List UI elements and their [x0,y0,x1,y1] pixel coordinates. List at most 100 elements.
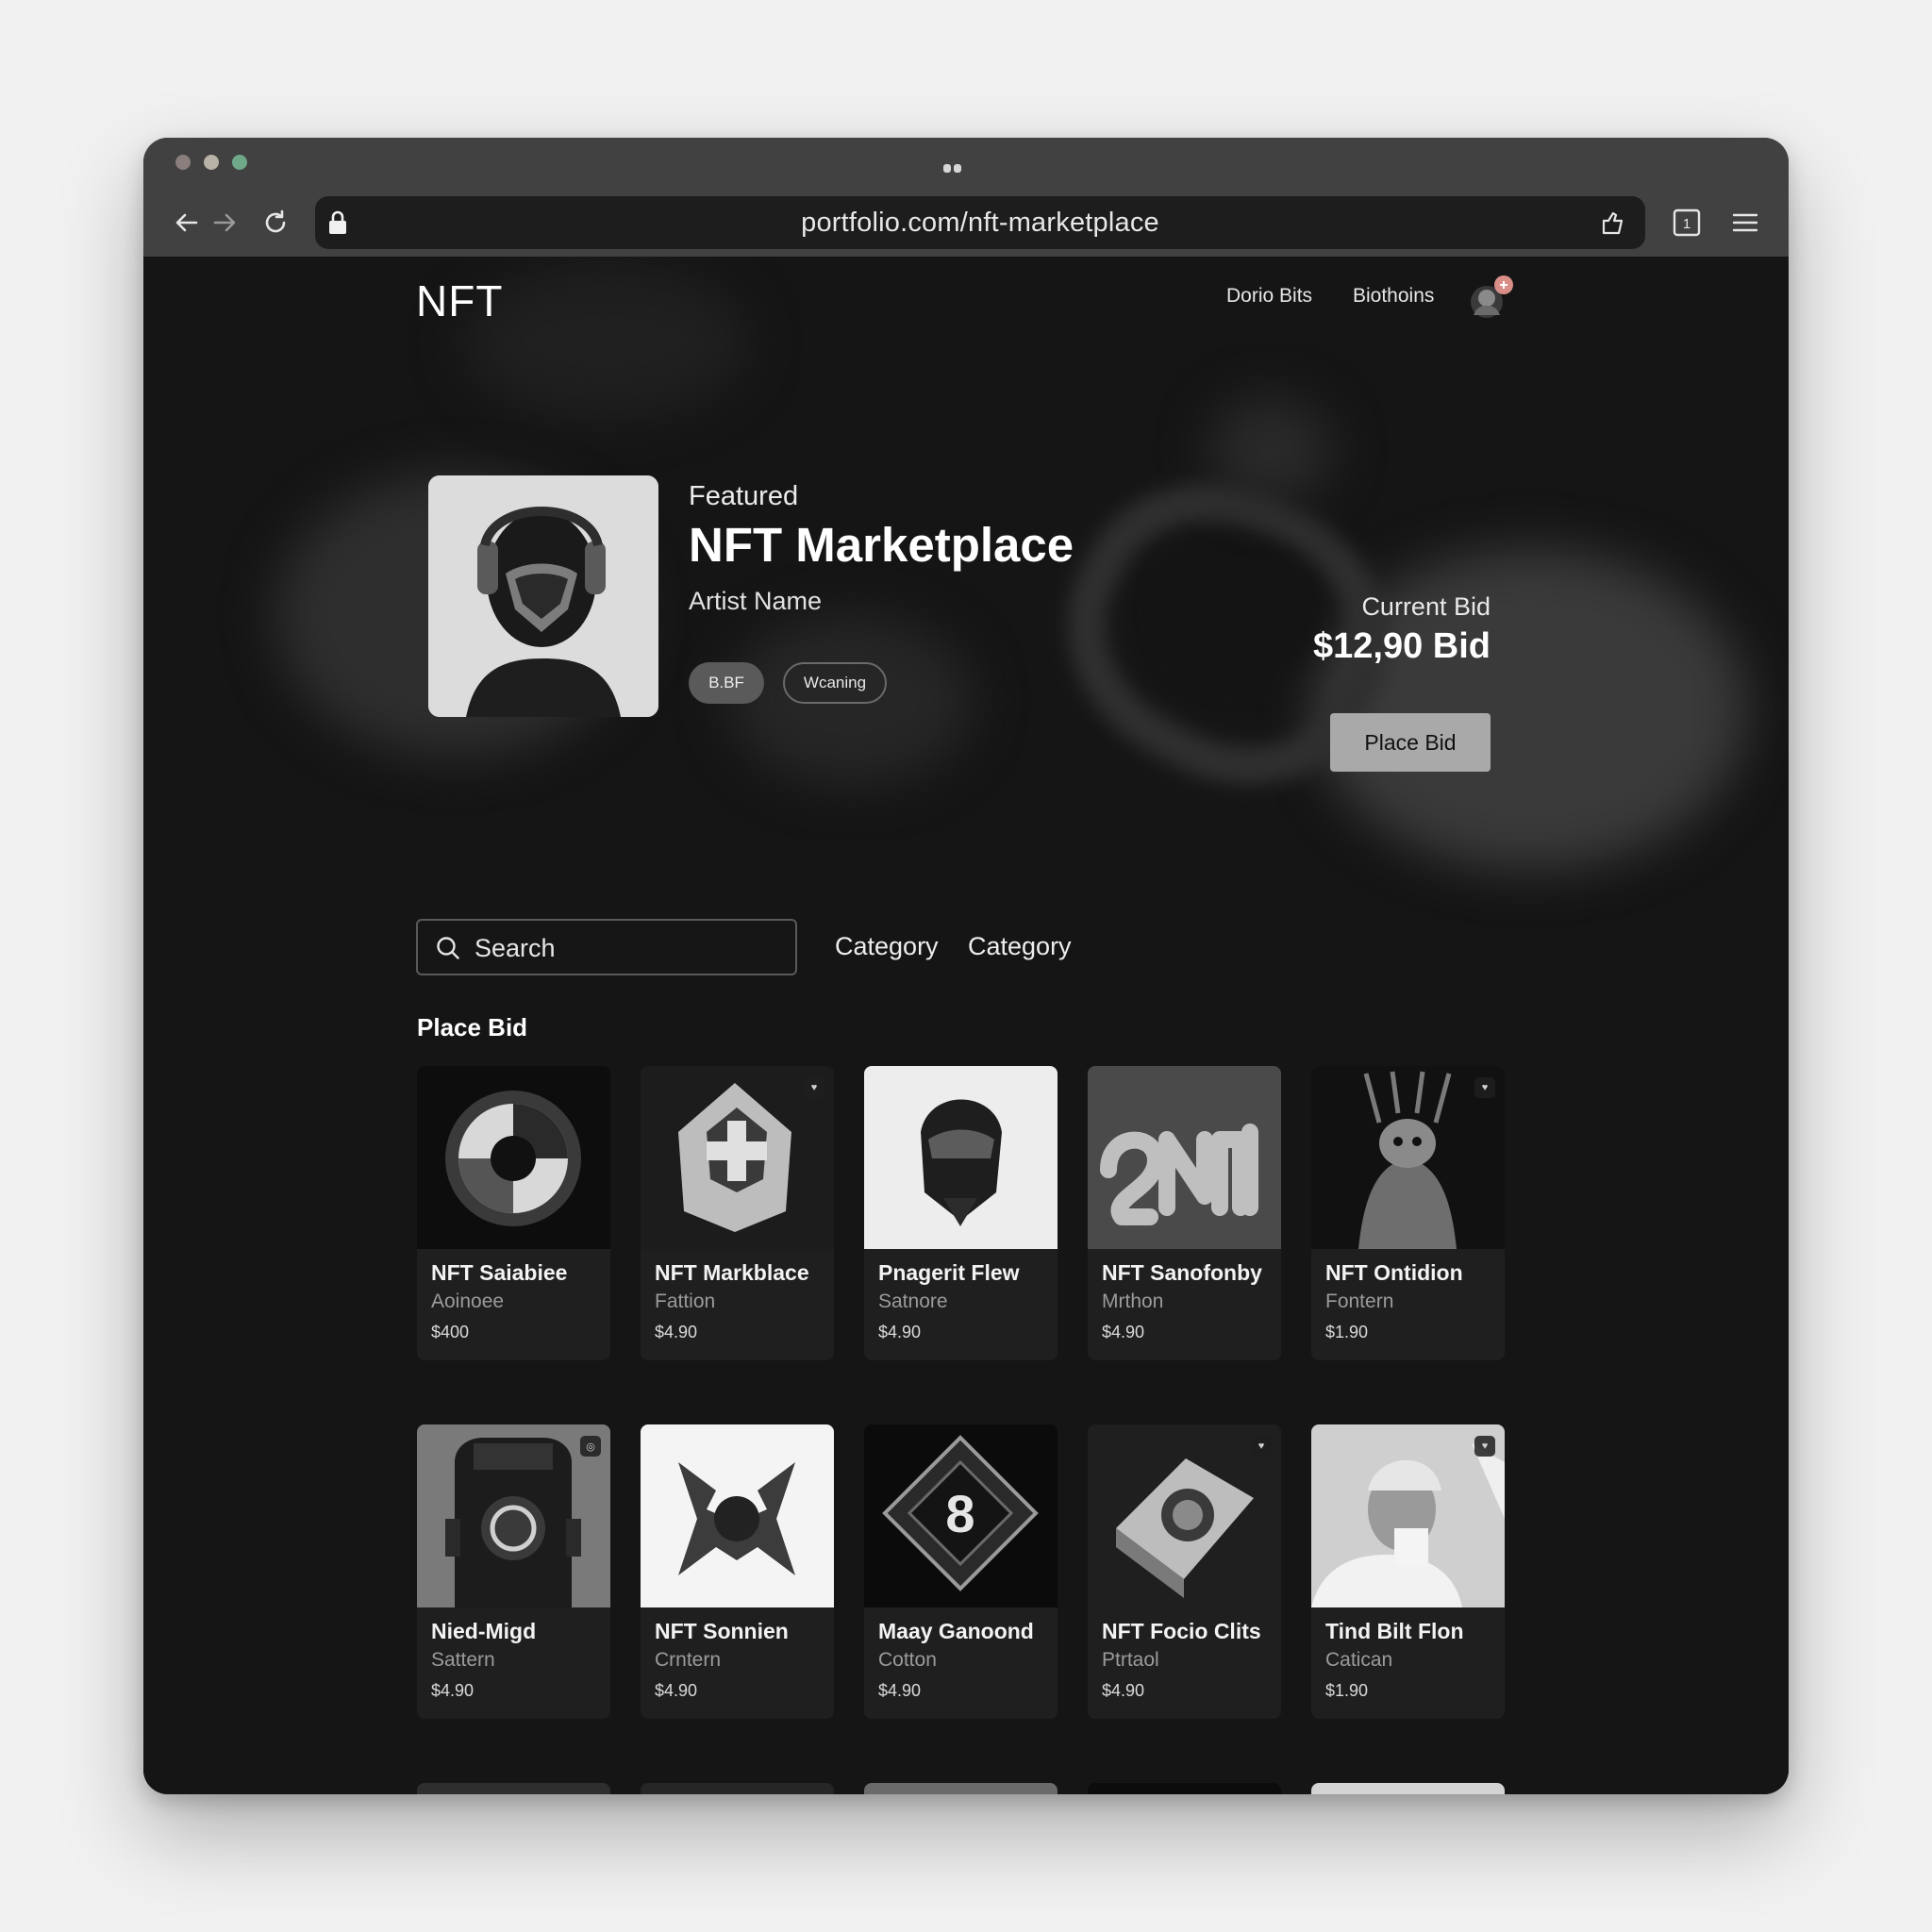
nft-price: $4.90 [655,1681,698,1700]
browser-window: portfolio.com/nft-marketplace 1 NFT Dori… [143,138,1789,1794]
search-icon [437,937,459,959]
arrow-left-icon [175,213,198,232]
nft-card[interactable]: NFT Sonnien Crntern $4.90 [641,1424,834,1719]
nft-title: NFT Focio Clits [1102,1619,1261,1643]
section-title: Place Bid [417,1013,528,1041]
nft-title: NFT Saiabiee [431,1260,568,1285]
nft-creator: Sattern [431,1649,495,1671]
nft-card-partial[interactable] [1088,1783,1281,1794]
cart-icon: ◎ [586,1441,595,1453]
window-controls [175,155,247,170]
nft-card-partial[interactable] [864,1783,1058,1794]
hero-background [143,257,1789,974]
svg-text:8: 8 [945,1484,974,1543]
nft-price: $4.90 [878,1681,922,1700]
tabs-icon: 1 [1673,208,1701,237]
nft-price: $4.90 [1102,1323,1145,1341]
current-bid-label: Current Bid [1361,592,1491,621]
nft-thumbnail [641,1424,834,1607]
category-filter-2[interactable]: Category [968,932,1072,961]
nft-title: NFT Markblace [655,1260,809,1285]
nft-card[interactable]: ◎ Nied-Migd Sattern $4.90 [417,1424,610,1719]
nft-card[interactable]: ♥ Tind Bilt Flon Catican $1.90 [1311,1424,1505,1719]
reload-button[interactable] [257,204,294,242]
tabs-button[interactable]: 1 [1668,204,1706,242]
nft-card-partial[interactable] [641,1783,834,1794]
nft-price: $4.90 [878,1323,922,1341]
nft-creator: Satnore [878,1291,948,1312]
reload-icon [265,209,286,233]
forward-button[interactable] [206,204,243,242]
featured-label: Featured [689,481,799,511]
nft-card[interactable]: ♥ NFT Ontidion Fontern $1.90 [1311,1066,1505,1360]
nft-thumbnail [417,1066,610,1249]
current-bid-value: $12,90 Bid [1313,626,1491,666]
nft-title: NFT Sonnien [655,1619,789,1643]
nft-creator: Mrthon [1102,1291,1164,1312]
nft-creator: Cotton [878,1649,937,1671]
nft-card[interactable]: ♥ NFT Markblace Fattion $4.90 [641,1066,834,1360]
nft-price: $4.90 [1102,1681,1145,1700]
heart-icon: ♥ [810,1082,818,1093]
nft-price: $4.90 [431,1681,475,1700]
nft-title: Maay Ganoond [878,1619,1034,1643]
nft-card[interactable]: Pnagerit Flew Satnore $4.90 [864,1066,1058,1360]
close-window-button[interactable] [175,155,191,170]
nft-creator: Fontern [1325,1291,1394,1312]
nft-card[interactable]: ♥ NFT Focio Clits Ptrtaol $4.90 [1088,1424,1281,1719]
nft-creator: Catican [1325,1649,1393,1671]
nav-link-1[interactable]: Dorio Bits [1226,285,1312,308]
nft-card[interactable]: NFT Sanofonby Mrthon $4.90 [1088,1066,1281,1360]
nft-price: $400 [431,1323,470,1341]
browser-toolbar: portfolio.com/nft-marketplace 1 [143,138,1789,257]
camera-indicator [943,160,964,173]
nft-card-partial[interactable] [417,1783,610,1794]
arrow-right-icon [213,213,236,232]
category-filter-1[interactable]: Category [835,932,939,961]
nft-thumbnail [1088,1066,1281,1249]
back-button[interactable] [168,204,206,242]
user-avatar[interactable] [1464,274,1515,325]
nft-price: $4.90 [655,1323,698,1341]
nft-title: Nied-Migd [431,1619,537,1643]
featured-title: NFT Marketplace [689,518,1074,572]
tag-chip-1[interactable]: B.BF [689,662,764,704]
search-input[interactable] [475,930,786,966]
favorite-badge[interactable]: ♥ [804,1077,824,1098]
heart-icon: ♥ [1481,1082,1489,1093]
minimize-window-button[interactable] [204,155,219,170]
nft-title: NFT Sanofonby [1102,1260,1262,1285]
svg-text:1: 1 [1683,216,1690,232]
tag-chip-2[interactable]: Wcaning [783,662,887,704]
heart-icon: ♥ [1257,1441,1265,1452]
favorite-badge[interactable]: ♥ [1474,1077,1495,1098]
address-bar[interactable]: portfolio.com/nft-marketplace [315,196,1645,249]
maximize-window-button[interactable] [232,155,247,170]
featured-artwork[interactable] [428,475,658,717]
search-box[interactable] [416,919,797,975]
avatar-icon [1471,275,1513,318]
favorite-badge[interactable]: ♥ [1251,1436,1272,1457]
place-bid-button[interactable]: Place Bid [1330,713,1491,772]
featured-artist[interactable]: Artist Name [689,587,822,616]
nft-title: Tind Bilt Flon [1325,1619,1464,1643]
brand-logo[interactable]: NFT [416,275,503,326]
nft-card[interactable]: NFT Saiabiee Aoinoee $400 [417,1066,610,1360]
nft-price: $1.90 [1325,1323,1369,1341]
nft-creator: Aoinoee [431,1291,505,1312]
menu-button[interactable] [1726,204,1764,242]
nft-creator: Ptrtaol [1102,1649,1159,1671]
nft-creator: Fattion [655,1291,716,1312]
nft-title: Pnagerit Flew [878,1260,1020,1285]
favorite-badge[interactable]: ♥ [1474,1436,1495,1457]
nav-link-2[interactable]: Biothoins [1353,285,1434,308]
nft-card-partial[interactable] [1311,1783,1505,1794]
url-text: portfolio.com/nft-marketplace [801,208,1159,238]
cart-badge[interactable]: ◎ [580,1436,601,1457]
nft-price: $1.90 [1325,1681,1369,1700]
heart-icon: ♥ [1481,1441,1489,1452]
bookmark-icon[interactable] [1598,208,1628,238]
nft-card[interactable]: 8 Maay Ganoond Cotton $4.90 [864,1424,1058,1719]
nft-thumbnail: 8 [864,1424,1058,1607]
nft-title: NFT Ontidion [1325,1260,1463,1285]
